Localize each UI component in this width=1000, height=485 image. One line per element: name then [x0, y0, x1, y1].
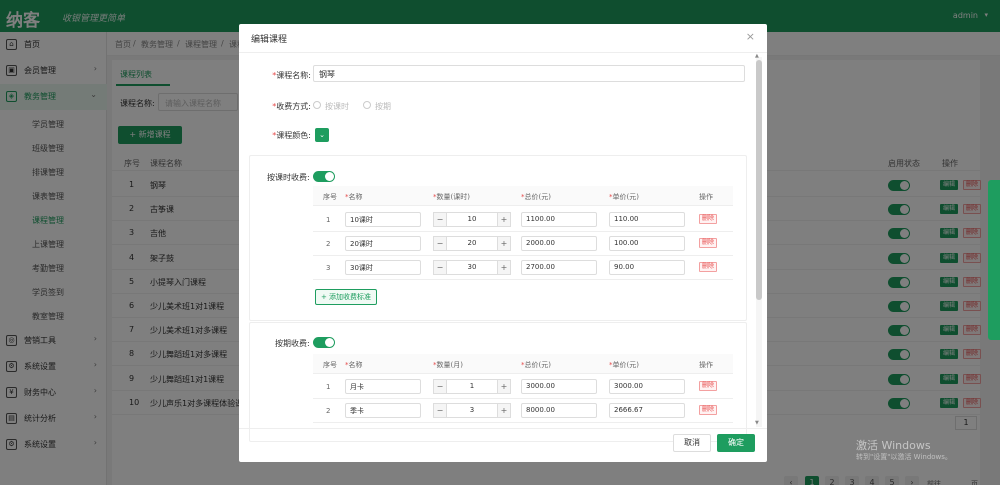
billing-option-lesson[interactable]: 按课时: [325, 101, 349, 112]
period-col-no: 序号: [323, 361, 337, 369]
increment-button[interactable]: +: [497, 236, 511, 251]
add-billing-rule-button[interactable]: + 添加收费标准: [315, 289, 377, 305]
row-name-input[interactable]: 月卡: [345, 379, 421, 394]
billing-radio-lesson[interactable]: [313, 101, 321, 109]
lesson-col-qty: *数量(课时): [433, 193, 470, 201]
windows-activation-watermark: 激活 Windows: [856, 439, 931, 452]
row-total-input[interactable]: 1100.00: [521, 212, 597, 227]
billing-method-label: *收费方式:: [272, 102, 311, 111]
scroll-down-icon[interactable]: ▼: [755, 420, 759, 426]
color-picker-button[interactable]: ⌄: [315, 128, 329, 142]
row-no: 1: [326, 216, 331, 224]
row-divider: [313, 398, 733, 399]
row-delete-button[interactable]: 删除: [699, 262, 717, 272]
scroll-up-icon[interactable]: ▲: [755, 53, 759, 59]
windows-activation-hint: 转到"设置"以激活 Windows。: [856, 453, 952, 461]
row-unit-input[interactable]: 90.00: [609, 260, 685, 275]
decrement-button[interactable]: −: [433, 379, 447, 394]
row-delete-button[interactable]: 删除: [699, 214, 717, 224]
modal-title: 编辑课程: [251, 35, 288, 45]
course-color-label: *课程颜色:: [272, 131, 311, 140]
increment-button[interactable]: +: [497, 403, 511, 418]
decrement-button[interactable]: −: [433, 403, 447, 418]
cancel-button[interactable]: 取消: [673, 434, 711, 452]
decrement-button[interactable]: −: [433, 212, 447, 227]
quantity-stepper[interactable]: 20: [447, 236, 497, 251]
lesson-col-total: *总价(元): [521, 193, 551, 201]
row-unit-input[interactable]: 100.00: [609, 236, 685, 251]
billing-option-period[interactable]: 按期: [375, 101, 391, 112]
row-unit-input[interactable]: 110.00: [609, 212, 685, 227]
row-no: 3: [326, 264, 331, 272]
row-total-input[interactable]: 2700.00: [521, 260, 597, 275]
period-col-unit: *单价(元): [609, 361, 639, 369]
billing-radio-period[interactable]: [363, 101, 371, 109]
lesson-col-unit: *单价(元): [609, 193, 639, 201]
lesson-col-name: *名称: [345, 193, 363, 201]
row-name-input[interactable]: 10课时: [345, 212, 421, 227]
row-total-input[interactable]: 8000.00: [521, 403, 597, 418]
confirm-button[interactable]: 确定: [717, 434, 755, 452]
modal-header-divider: [239, 52, 767, 53]
period-billing-label: 按期收费:: [275, 339, 310, 348]
row-unit-input[interactable]: 2666.67: [609, 403, 685, 418]
row-divider: [313, 279, 733, 280]
period-col-total: *总价(元): [521, 361, 551, 369]
quantity-stepper[interactable]: 30: [447, 260, 497, 275]
row-name-input[interactable]: 30课时: [345, 260, 421, 275]
row-name-input[interactable]: 20课时: [345, 236, 421, 251]
row-divider: [313, 255, 733, 256]
row-delete-button[interactable]: 删除: [699, 381, 717, 391]
row-no: 1: [326, 383, 331, 391]
lesson-billing-label: 按课时收费:: [267, 173, 310, 182]
course-name-label: *课程名称:: [272, 71, 311, 80]
quantity-stepper[interactable]: 1: [447, 379, 497, 394]
row-divider: [313, 231, 733, 232]
row-no: 2: [326, 407, 331, 415]
period-billing-toggle[interactable]: [313, 337, 335, 348]
course-name-input[interactable]: 钢琴: [313, 65, 745, 82]
decrement-button[interactable]: −: [433, 236, 447, 251]
quantity-stepper[interactable]: 10: [447, 212, 497, 227]
period-col-qty: *数量(月): [433, 361, 463, 369]
quantity-stepper[interactable]: 3: [447, 403, 497, 418]
lesson-col-ops: 操作: [699, 193, 713, 201]
row-delete-button[interactable]: 删除: [699, 405, 717, 415]
increment-button[interactable]: +: [497, 212, 511, 227]
close-icon[interactable]: ×: [746, 30, 755, 43]
period-col-name: *名称: [345, 361, 363, 369]
modal-footer-divider: [239, 428, 767, 429]
row-unit-input[interactable]: 3000.00: [609, 379, 685, 394]
row-divider: [313, 422, 733, 423]
row-name-input[interactable]: 季卡: [345, 403, 421, 418]
edit-course-modal: 编辑课程 × *课程名称: 钢琴 *收费方式: 按课时 按期 *课程颜色: ⌄ …: [239, 24, 767, 462]
row-total-input[interactable]: 3000.00: [521, 379, 597, 394]
decrement-button[interactable]: −: [433, 260, 447, 275]
lesson-billing-toggle[interactable]: [313, 171, 335, 182]
lesson-col-no: 序号: [323, 193, 337, 201]
row-delete-button[interactable]: 删除: [699, 238, 717, 248]
row-no: 2: [326, 240, 331, 248]
increment-button[interactable]: +: [497, 260, 511, 275]
side-feedback-tab[interactable]: [988, 180, 1000, 340]
modal-scrollbar-thumb[interactable]: [756, 60, 762, 300]
increment-button[interactable]: +: [497, 379, 511, 394]
row-total-input[interactable]: 2000.00: [521, 236, 597, 251]
period-col-ops: 操作: [699, 361, 713, 369]
